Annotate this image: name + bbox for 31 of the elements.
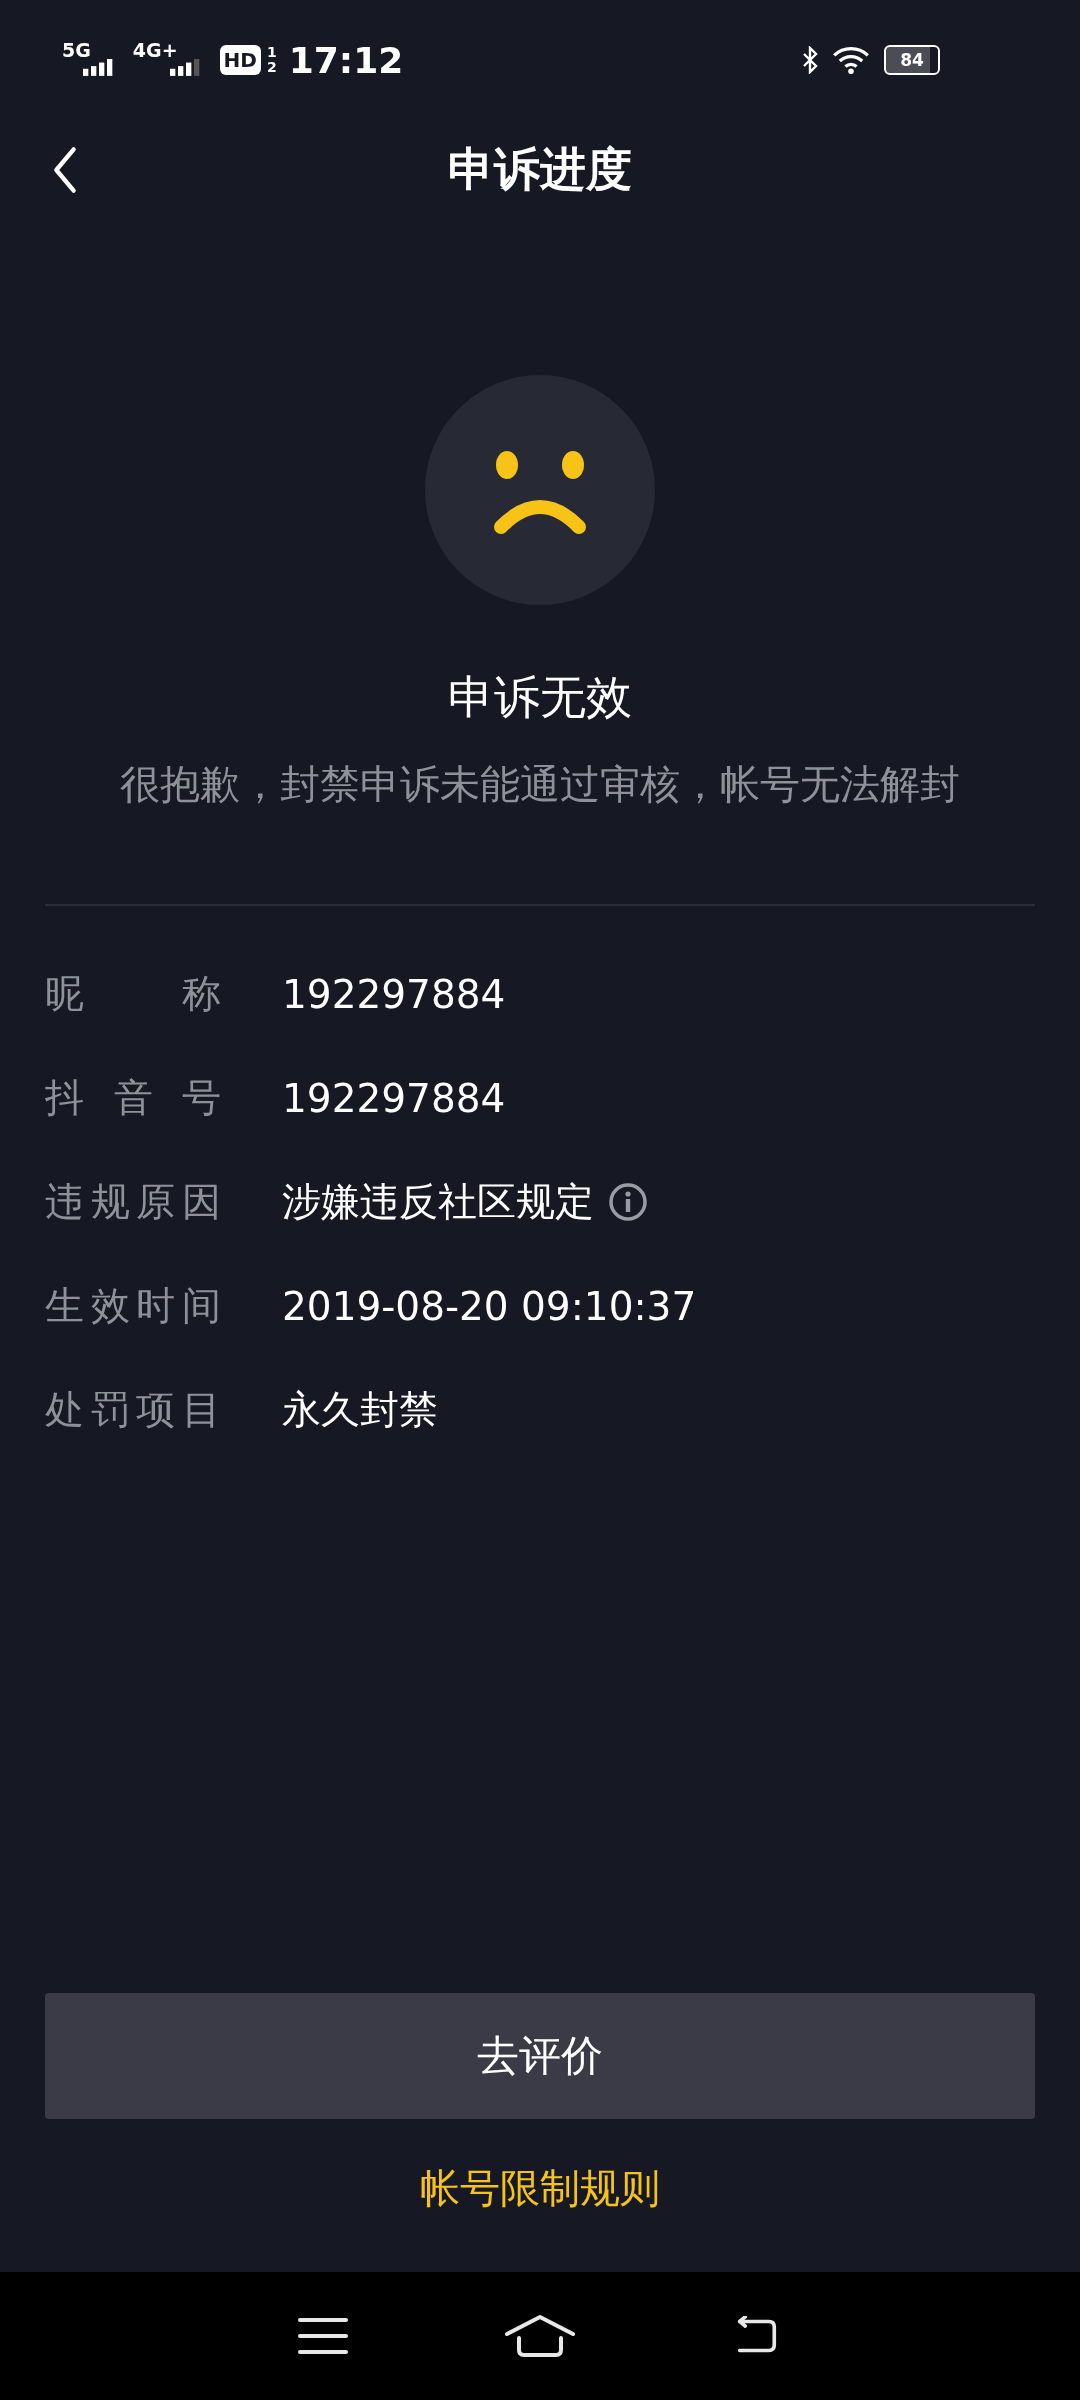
- info-icon[interactable]: [608, 1182, 648, 1222]
- detail-value: 永久封禁: [282, 1386, 438, 1434]
- detail-value: 192297884: [282, 971, 506, 1017]
- back-icon[interactable]: [52, 146, 78, 194]
- detail-label: 抖音号: [45, 1074, 221, 1122]
- wifi-icon: [832, 46, 870, 74]
- clock: 17:12: [288, 39, 404, 81]
- bluetooth-icon: [802, 46, 818, 74]
- detail-value: 2019-08-20 09:10:37: [282, 1283, 697, 1329]
- network-label: 5G: [62, 39, 91, 61]
- result-message: 很抱歉，封禁申诉未能通过审核，帐号无法解封: [120, 760, 960, 809]
- detail-label: 生效时间: [45, 1282, 221, 1330]
- detail-label: 处罚项目: [45, 1386, 221, 1434]
- detail-value: 涉嫌违反社区规定: [282, 1178, 594, 1226]
- rules-link[interactable]: 帐号限制规则: [420, 2161, 660, 2216]
- menu-icon[interactable]: [298, 2316, 348, 2356]
- sim-number: 2: [266, 60, 277, 75]
- hd-badge: HD: [219, 45, 261, 75]
- page-title: 申诉进度: [448, 141, 632, 198]
- signal-icon: [169, 58, 202, 76]
- battery-icon: 84: [884, 45, 940, 75]
- detail-label: 违规原因: [45, 1178, 221, 1226]
- detail-label: 昵称: [45, 970, 221, 1018]
- sim-number: 1: [266, 45, 277, 60]
- network-label: 4G+: [132, 39, 178, 61]
- result-title: 申诉无效: [448, 669, 632, 726]
- home-icon[interactable]: [504, 2314, 576, 2358]
- rate-button[interactable]: 去评价: [45, 1993, 1035, 2119]
- detail-value: 192297884: [282, 1075, 506, 1121]
- signal-icon: [82, 58, 115, 76]
- sad-face-icon: [425, 375, 655, 605]
